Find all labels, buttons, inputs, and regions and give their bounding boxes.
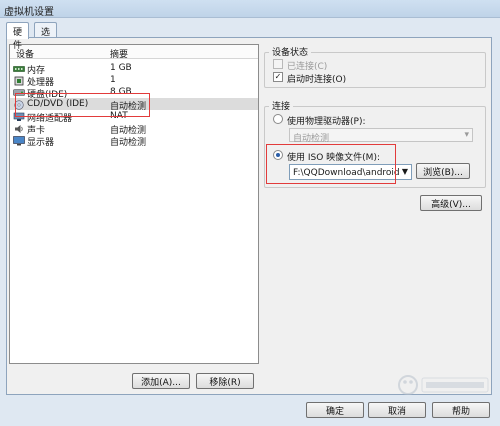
device-summary: 1 GB	[110, 63, 132, 73]
device-summary: NAT	[110, 111, 128, 121]
device-summary: 自动检测	[110, 138, 147, 148]
remove-device-button[interactable]: 移除(R)	[196, 373, 254, 389]
chevron-down-icon[interactable]: ▼	[399, 165, 411, 179]
iso-image-radio[interactable]	[273, 150, 283, 160]
display-icon	[13, 135, 25, 145]
cd-dvd-icon	[13, 99, 25, 110]
connect-on-power-on-label: 启动时连接(O)	[287, 75, 347, 85]
device-name: CD/DVD (IDE)	[27, 99, 89, 109]
window-title: 虚拟机设置	[4, 7, 54, 18]
harddisk-icon	[13, 88, 25, 97]
device-row-network-adapter[interactable]: 网络适配器 NAT	[10, 110, 258, 124]
physical-drive-select[interactable]: 自动检测 ▾	[289, 128, 473, 144]
tab-hardware[interactable]: 硬件	[6, 22, 30, 51]
radio-selected-dot	[276, 153, 280, 157]
connected-label: 已连接(C)	[287, 62, 328, 72]
device-row-processor[interactable]: 处理器 1	[10, 74, 258, 88]
memory-icon	[13, 64, 25, 73]
iso-path-input[interactable]: F:\QQDownload\android-x86 ▼	[289, 164, 412, 180]
sound-card-icon	[13, 124, 25, 133]
tab-options[interactable]: 选项	[34, 22, 58, 51]
ok-button[interactable]: 确定	[306, 402, 364, 418]
add-device-button[interactable]: 添加(A)...	[132, 373, 190, 389]
title-bar: 虚拟机设置	[0, 0, 500, 18]
device-row-memory[interactable]: 内存 1 GB	[10, 62, 258, 76]
physical-drive-label: 使用物理驱动器(P):	[287, 117, 366, 127]
list-header: 设备 摘要	[10, 45, 258, 60]
device-name: 显示器	[27, 138, 55, 148]
processor-icon	[13, 76, 25, 85]
physical-drive-value: 自动检测	[293, 134, 330, 144]
device-row-sound-card[interactable]: 声卡 自动检测	[10, 122, 258, 136]
iso-image-label: 使用 ISO 映像文件(M):	[287, 153, 380, 163]
connect-on-power-on-checkbox[interactable]: ✓	[273, 72, 283, 82]
connected-checkbox[interactable]	[273, 59, 283, 69]
iso-path-value: F:\QQDownload\android-x86	[293, 168, 412, 178]
device-row-cd-dvd[interactable]: CD/DVD (IDE) 自动检测	[10, 98, 258, 112]
watermark-logo	[394, 370, 498, 406]
device-summary: 8 GB	[110, 87, 132, 97]
device-row-harddisk[interactable]: 硬盘(IDE) 8 GB	[10, 86, 258, 100]
physical-drive-radio[interactable]	[273, 114, 283, 124]
device-list[interactable]: 设备 摘要 内存 1 GB 处理器 1 硬盘(IDE) 8 GB CD/DVD …	[9, 44, 259, 364]
device-status-title: 设备状态	[269, 45, 312, 58]
advanced-button[interactable]: 高级(V)...	[420, 195, 482, 211]
device-summary: 1	[110, 75, 116, 85]
browse-button[interactable]: 浏览(B)...	[416, 163, 470, 179]
connection-title: 连接	[269, 99, 294, 112]
chevron-down-icon: ▾	[464, 130, 469, 140]
network-adapter-icon	[13, 112, 25, 121]
column-summary: 摘要	[110, 50, 129, 60]
device-row-display[interactable]: 显示器 自动检测	[10, 134, 258, 148]
